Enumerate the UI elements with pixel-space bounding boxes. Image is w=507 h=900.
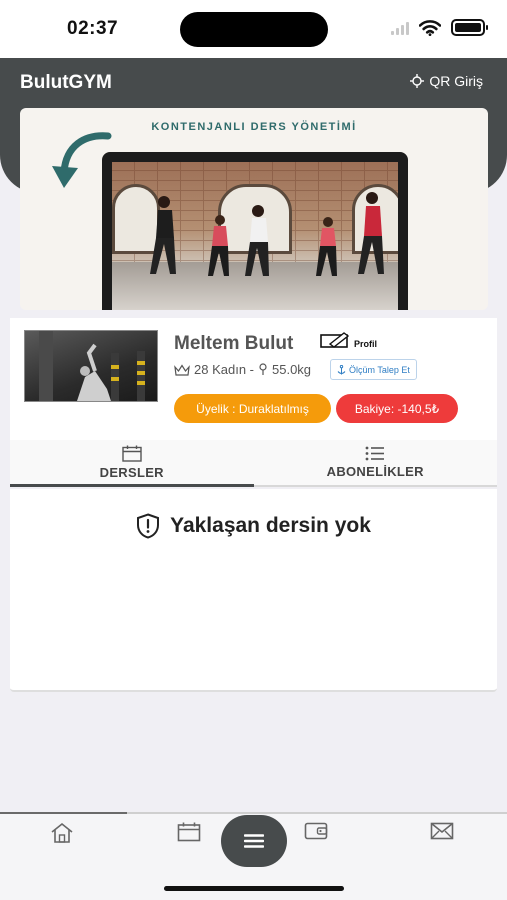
laptop-illustration — [102, 152, 408, 310]
calendar-icon — [122, 445, 142, 462]
tab-bar: DERSLER ABONELİKLER — [10, 440, 497, 487]
profile-edit-label: Profil — [354, 339, 378, 349]
anchor-icon — [337, 364, 346, 374]
status-time: 02:37 — [67, 18, 119, 39]
home-icon — [51, 822, 73, 843]
edit-icon — [320, 332, 350, 348]
home-indicator — [164, 886, 344, 891]
membership-status-badge[interactable]: Üyelik : Duraklatılmış — [174, 394, 331, 423]
qr-login-button[interactable]: QR Giriş — [410, 73, 483, 89]
nav-active-indicator — [0, 812, 127, 814]
dynamic-island — [180, 12, 328, 47]
battery-icon — [451, 19, 488, 36]
measurement-request-button[interactable]: Ölçüm Talep Et — [330, 359, 417, 380]
shield-alert-icon — [137, 513, 160, 539]
nav-wallet[interactable] — [304, 822, 332, 844]
tab-abonelikler-label: ABONELİKLER — [326, 464, 424, 479]
measurement-request-label: Ölçüm Talep Et — [349, 364, 410, 375]
profile-photo[interactable] — [24, 330, 158, 402]
app-title: BulutGYM — [20, 72, 112, 93]
list-icon — [365, 446, 385, 461]
lessons-panel: Yaklaşan dersin yok — [10, 489, 497, 692]
nav-calendar[interactable] — [177, 822, 205, 844]
empty-message: Yaklaşan dersin yok — [170, 514, 371, 537]
menu-button[interactable] — [221, 815, 287, 867]
profile-card: Meltem Bulut Profil 28 Kadın - 55.0kg Öl… — [10, 318, 497, 440]
crown-icon — [174, 363, 190, 376]
status-icons — [391, 19, 488, 36]
qr-login-label: QR Giriş — [429, 73, 483, 89]
qr-scan-icon — [410, 74, 425, 88]
profile-meta: 28 Kadın - 55.0kg — [174, 362, 311, 377]
calendar-icon — [177, 822, 201, 842]
promo-banner[interactable]: KONTENJANLI DERS YÖNETİMİ — [20, 108, 488, 310]
profile-edit-button[interactable]: Profil — [320, 331, 377, 349]
wifi-icon — [419, 19, 441, 36]
empty-state: Yaklaşan dersin yok — [10, 513, 497, 539]
tab-abonelikler[interactable]: ABONELİKLER — [254, 440, 498, 485]
mail-icon — [430, 822, 454, 840]
profile-name: Meltem Bulut — [174, 333, 294, 354]
weight-value: 55.0kg — [272, 362, 312, 377]
tab-dersler[interactable]: DERSLER — [10, 440, 254, 487]
workout-photo — [112, 162, 398, 310]
membership-status-label: Üyelik : Duraklatılmış — [196, 401, 309, 416]
weight-icon — [259, 363, 267, 375]
balance-label: Bakiye: -140,5₺ — [354, 401, 440, 416]
cellular-signal-icon — [391, 21, 409, 35]
nav-mail[interactable] — [430, 822, 458, 844]
nav-home[interactable] — [50, 822, 78, 844]
status-bar: 02:37 — [0, 0, 507, 58]
balance-badge[interactable]: Bakiye: -140,5₺ — [336, 394, 458, 423]
age-gender: 28 Kadın - — [194, 362, 254, 377]
wallet-icon — [304, 822, 328, 840]
menu-icon — [244, 834, 264, 848]
tab-dersler-label: DERSLER — [99, 465, 164, 480]
